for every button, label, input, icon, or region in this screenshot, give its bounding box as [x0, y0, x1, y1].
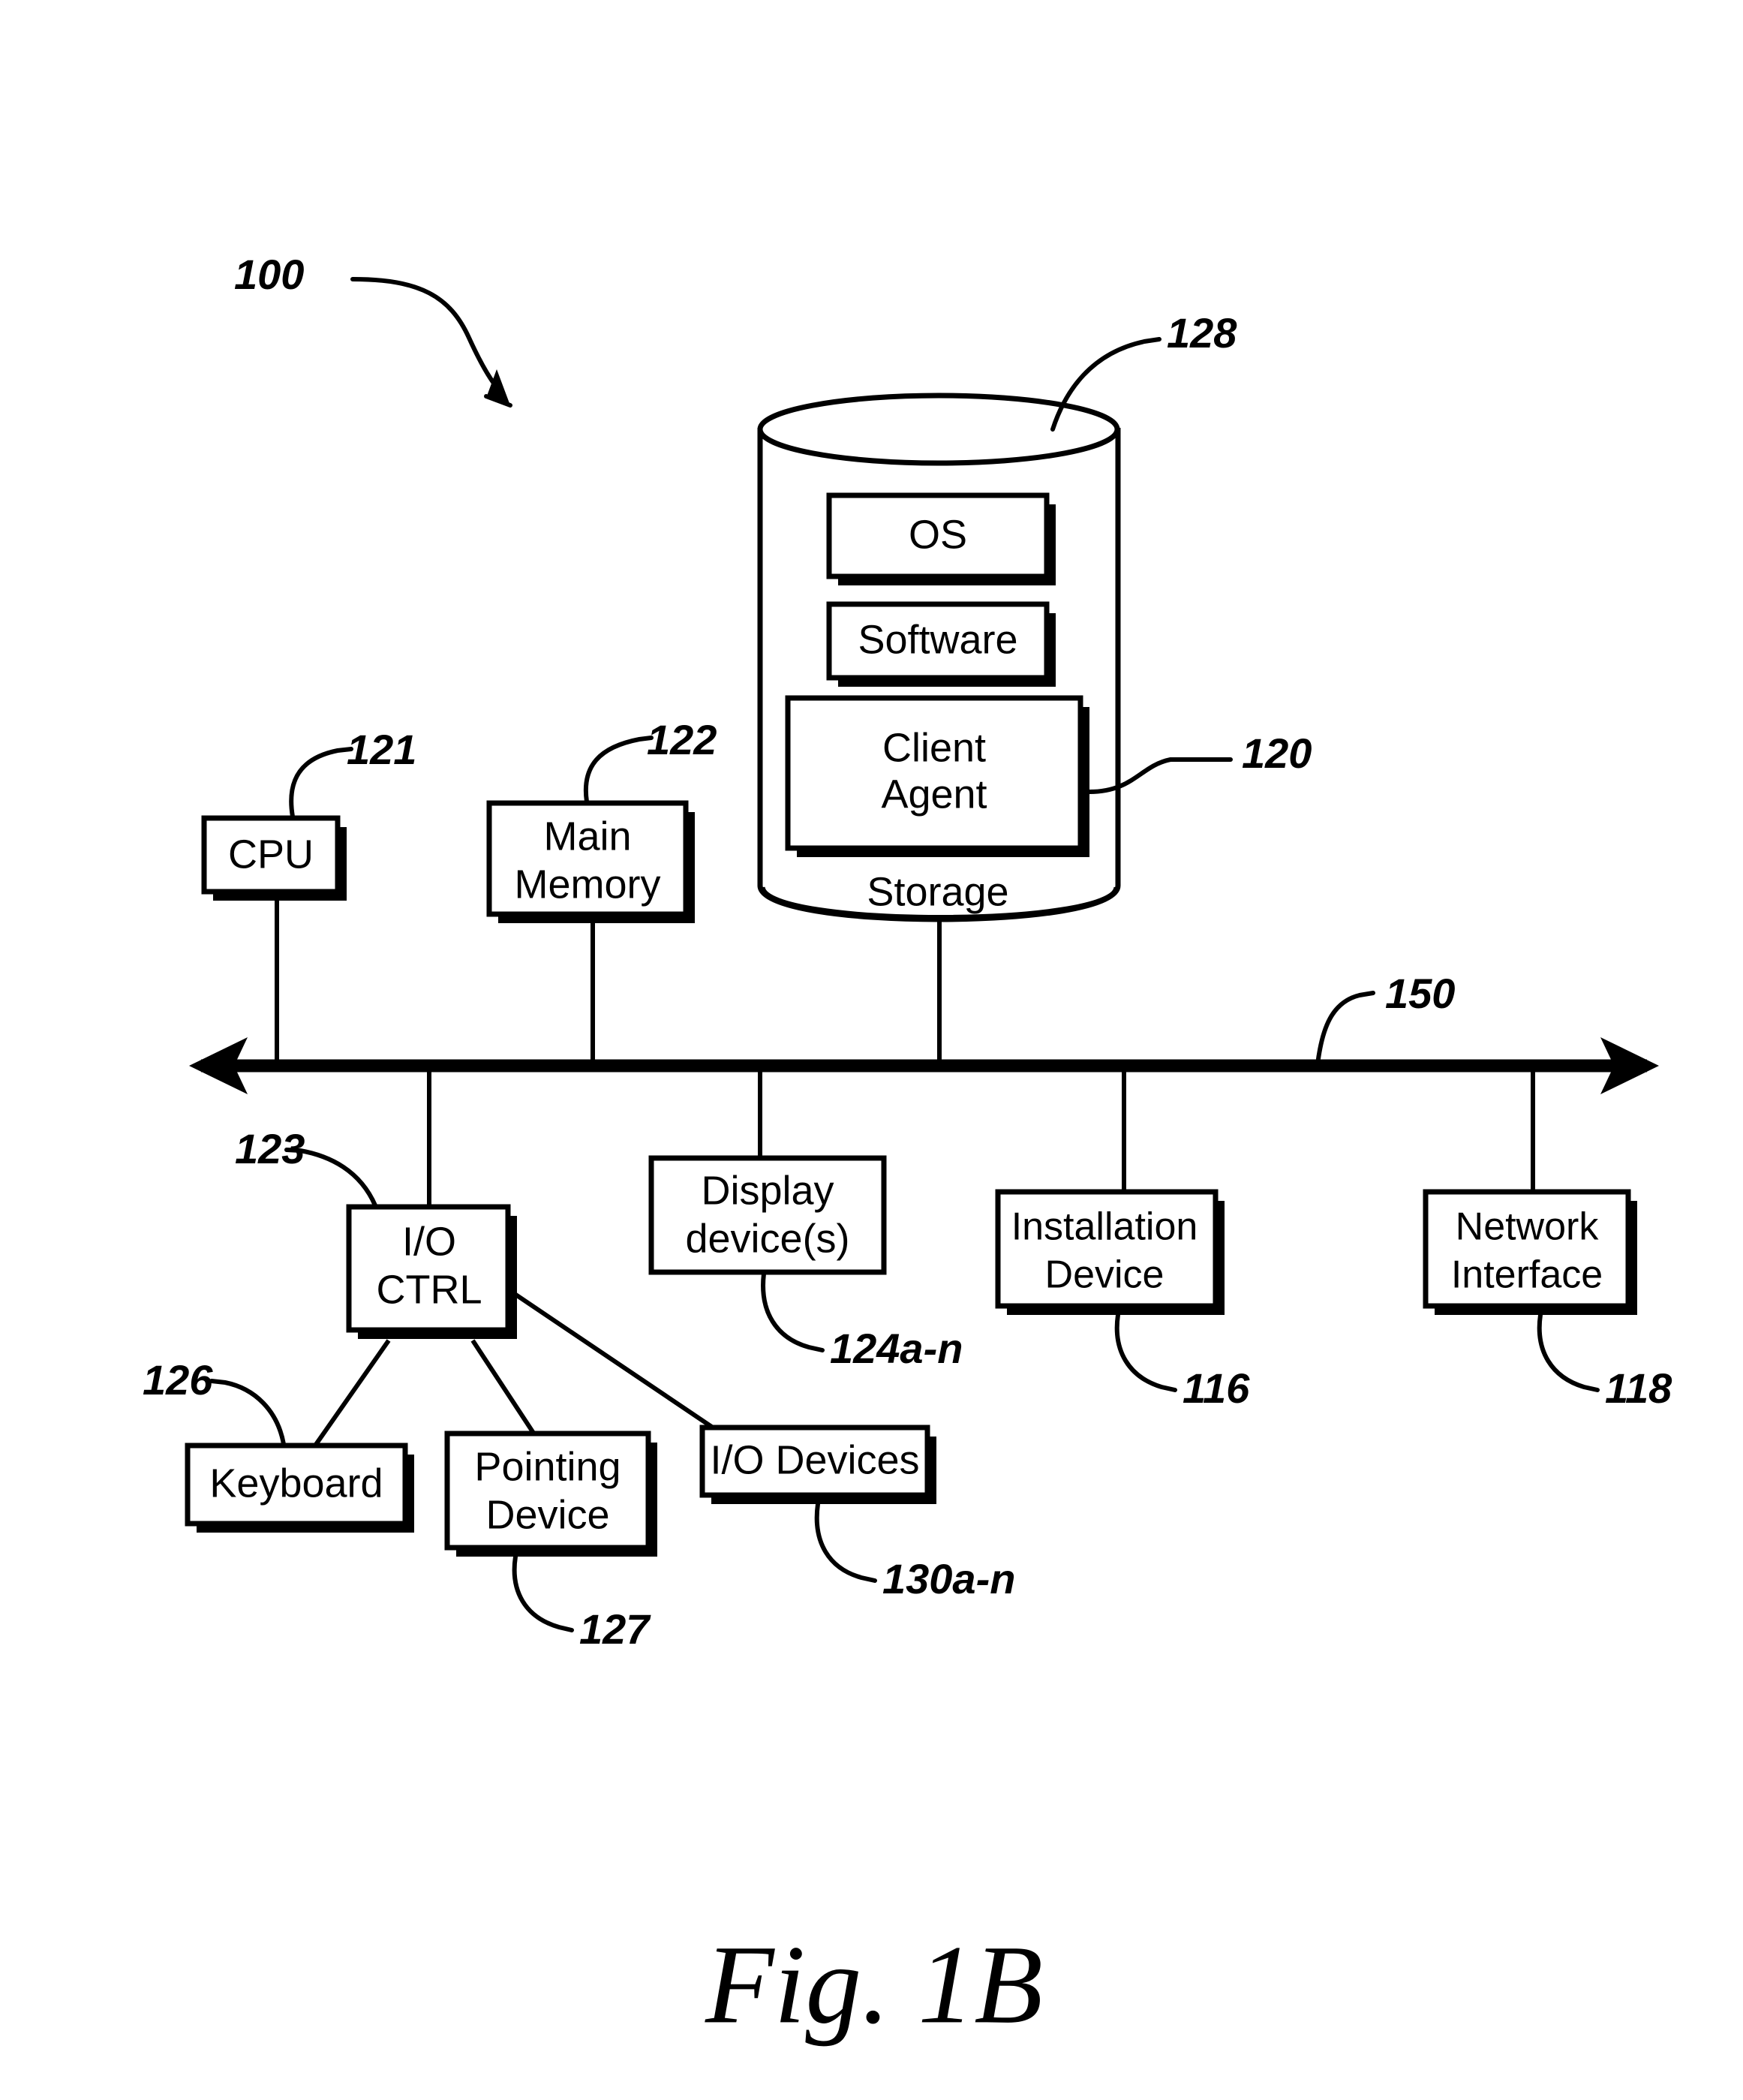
ref-leader-124 [761, 1271, 825, 1352]
ref-leader-126 [209, 1379, 286, 1446]
ref-number-128: 128 [1167, 309, 1237, 357]
component-installation-device-label-line2: Device [1045, 1253, 1165, 1297]
ref-number-121: 121 [347, 726, 416, 773]
ref-number-124a-n: 124a-n [830, 1325, 963, 1372]
component-display-devices-label-line2: device(s) [685, 1216, 849, 1261]
component-io-ctrl-label-line1: I/O [402, 1219, 456, 1264]
system-ref-leader [350, 277, 512, 408]
patent-figure-1b: 100 128 OS Software Client Agent 120 Sto… [0, 0, 1743, 2100]
component-installation-device-label-line1: Installation [1011, 1205, 1198, 1249]
component-main-memory-label-line2: Memory [514, 862, 660, 907]
component-io-devices-label: I/O Devices [710, 1437, 919, 1482]
component-io-ctrl-label-line2: CTRL [376, 1267, 482, 1312]
component-display-devices-label-line1: Display [701, 1168, 834, 1213]
system-bus [189, 1037, 1659, 1094]
ref-number-118: 118 [1605, 1364, 1672, 1412]
component-network-interface-label-line1: Network [1456, 1205, 1600, 1249]
storage-item-os-label: OS [909, 512, 967, 557]
ref-leader-130 [814, 1502, 877, 1583]
storage-item-software-label: Software [858, 617, 1017, 662]
ref-number-100: 100 [234, 251, 304, 298]
ref-number-127: 127 [579, 1605, 651, 1653]
ref-number-116: 116 [1183, 1364, 1250, 1412]
component-cpu-label: CPU [228, 832, 314, 877]
connector-io-ctrl-to-pointing-device [470, 1339, 544, 1447]
ref-number-122: 122 [647, 716, 717, 763]
figure-caption: Fig. 1B [705, 1922, 1043, 2047]
component-keyboard-label: Keyboard [209, 1461, 383, 1506]
ref-number-130a-n: 130a-n [882, 1555, 1015, 1602]
component-main-memory-label-line1: Main [543, 814, 631, 859]
ref-number-150: 150 [1385, 970, 1455, 1017]
ref-leader-122 [583, 736, 654, 804]
component-pointing-device-label-line2: Device [485, 1492, 609, 1537]
storage-item-client-agent-label-line2: Agent [881, 772, 987, 817]
ref-leader-118 [1537, 1313, 1600, 1392]
ref-number-120: 120 [1242, 730, 1312, 777]
system-block-diagram: 100 128 OS Software Client Agent 120 Sto… [143, 251, 1672, 2047]
connector-io-ctrl-to-keyboard [313, 1339, 391, 1447]
ref-leader-121 [289, 747, 353, 819]
connector-io-ctrl-to-io-devices [511, 1290, 714, 1430]
ref-number-126: 126 [143, 1356, 213, 1404]
ref-leader-116 [1114, 1313, 1177, 1392]
ref-leader-150 [1315, 991, 1375, 1067]
ref-leader-127 [512, 1554, 574, 1632]
ref-number-123: 123 [235, 1125, 305, 1172]
component-pointing-device-label-line1: Pointing [474, 1444, 621, 1489]
storage-cylinder-label: Storage [867, 869, 1008, 914]
component-network-interface-label-line2: Interface [1451, 1253, 1603, 1297]
storage-item-client-agent-label-line1: Client [882, 725, 986, 770]
